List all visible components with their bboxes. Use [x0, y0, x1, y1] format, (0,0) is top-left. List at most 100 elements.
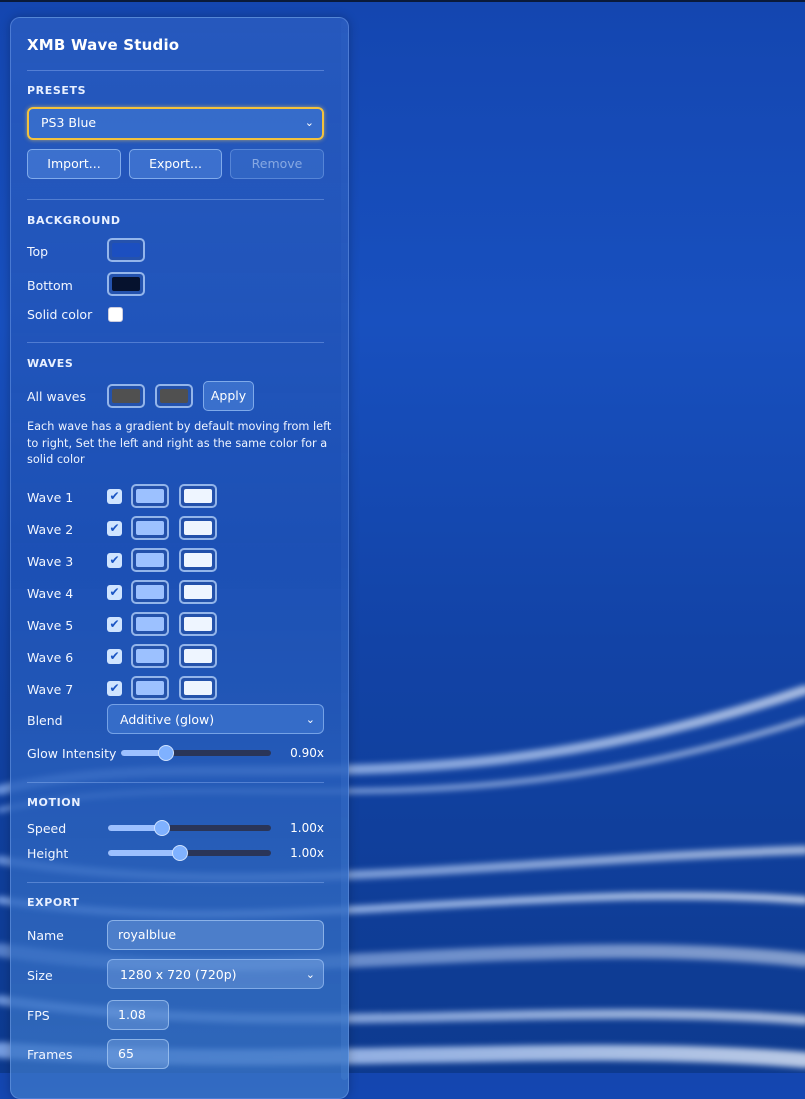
wave-right-color-picker[interactable]	[179, 484, 217, 508]
waves-help-text: Each wave has a gradient by default movi…	[27, 420, 332, 466]
wave-right-color-picker[interactable]	[179, 548, 217, 572]
bg-bottom-color-fill	[112, 277, 140, 291]
wave-right-color-fill	[184, 553, 212, 567]
wave-left-color-picker[interactable]	[131, 484, 169, 508]
app-title: XMB Wave Studio	[27, 36, 180, 54]
wave-left-color-picker[interactable]	[131, 676, 169, 700]
blend-select[interactable]: Additive (glow) ⌄	[107, 704, 324, 734]
glow-intensity-value: 0.90x	[290, 746, 324, 760]
wave-label: Wave 3	[27, 554, 74, 569]
height-label: Height	[27, 846, 69, 861]
wave-label: Wave 7	[27, 682, 74, 697]
solid-color-label: Solid color	[27, 307, 93, 322]
wave-left-color-fill	[136, 617, 164, 631]
export-button[interactable]: Export...	[129, 149, 222, 179]
all-waves-label: All waves	[27, 389, 86, 404]
speed-label: Speed	[27, 821, 67, 836]
wave-left-color-picker[interactable]	[131, 580, 169, 604]
height-fill	[108, 850, 180, 856]
preset-select-value: PS3 Blue	[41, 115, 97, 130]
wave-left-color-fill	[136, 489, 164, 503]
preset-select[interactable]: PS3 Blue ⌄	[27, 107, 324, 140]
apply-button[interactable]: Apply	[203, 381, 254, 411]
section-presets: PRESETS	[27, 84, 87, 97]
wave-left-color-fill	[136, 649, 164, 663]
height-slider[interactable]	[108, 845, 271, 861]
solid-color-checkbox[interactable]	[108, 307, 123, 322]
wave-enabled-checkbox[interactable]: ✔	[107, 617, 122, 632]
divider	[27, 70, 324, 71]
glow-intensity-label: Glow Intensity	[27, 746, 117, 761]
all-waves-left-fill	[112, 389, 140, 403]
all-waves-right-fill	[160, 389, 188, 403]
wave-label: Wave 6	[27, 650, 74, 665]
wave-left-color-picker[interactable]	[131, 644, 169, 668]
wave-left-color-fill	[136, 521, 164, 535]
chevron-down-icon: ⌄	[304, 116, 314, 129]
wave-right-color-picker[interactable]	[179, 644, 217, 668]
wave-right-color-fill	[184, 521, 212, 535]
height-handle[interactable]	[171, 845, 188, 861]
wave-right-color-picker[interactable]	[179, 580, 217, 604]
section-motion: MOTION	[27, 796, 82, 809]
wave-enabled-checkbox[interactable]: ✔	[107, 489, 122, 504]
export-size-value: 1280 x 720 (720p)	[120, 967, 237, 982]
import-button[interactable]: Import...	[27, 149, 121, 179]
wave-label: Wave 1	[27, 490, 74, 505]
bg-bottom-color-picker[interactable]	[107, 272, 145, 296]
export-name-input[interactable]: royalblue	[107, 920, 324, 950]
speed-slider[interactable]	[108, 820, 271, 836]
wave-label: Wave 5	[27, 618, 74, 633]
bg-top-color-picker[interactable]	[107, 238, 145, 262]
export-size-select[interactable]: 1280 x 720 (720p) ⌄	[107, 959, 324, 989]
section-export: EXPORT	[27, 896, 80, 909]
wave-enabled-checkbox[interactable]: ✔	[107, 553, 122, 568]
wave-enabled-checkbox[interactable]: ✔	[107, 649, 122, 664]
wave-right-color-fill	[184, 681, 212, 695]
bg-bottom-label: Bottom	[27, 278, 73, 293]
wave-left-color-fill	[136, 585, 164, 599]
wave-right-color-fill	[184, 617, 212, 631]
chevron-down-icon: ⌄	[305, 968, 315, 981]
wave-right-color-picker[interactable]	[179, 676, 217, 700]
wave-label: Wave 2	[27, 522, 74, 537]
remove-button[interactable]: Remove	[230, 149, 324, 179]
all-waves-right-color[interactable]	[155, 384, 193, 408]
export-size-label: Size	[27, 968, 53, 983]
wave-left-color-picker[interactable]	[131, 548, 169, 572]
wave-right-color-picker[interactable]	[179, 612, 217, 636]
all-waves-left-color[interactable]	[107, 384, 145, 408]
wave-left-color-picker[interactable]	[131, 612, 169, 636]
frames-input[interactable]: 65	[107, 1039, 169, 1069]
height-value: 1.00x	[290, 846, 324, 860]
frames-label: Frames	[27, 1047, 73, 1062]
wave-enabled-checkbox[interactable]: ✔	[107, 585, 122, 600]
settings-panel: XMB Wave Studio PRESETS PS3 Blue ⌄ Impor…	[10, 17, 349, 1099]
export-name-label: Name	[27, 928, 64, 943]
glow-intensity-handle[interactable]	[158, 745, 174, 761]
wave-enabled-checkbox[interactable]: ✔	[107, 681, 122, 696]
blend-label: Blend	[27, 713, 63, 728]
fps-input[interactable]: 1.08	[107, 1000, 169, 1030]
divider	[27, 782, 324, 783]
wave-enabled-checkbox[interactable]: ✔	[107, 521, 122, 536]
wave-left-color-fill	[136, 681, 164, 695]
wave-right-color-picker[interactable]	[179, 516, 217, 540]
wave-right-color-fill	[184, 649, 212, 663]
blend-select-value: Additive (glow)	[120, 712, 215, 727]
speed-value: 1.00x	[290, 821, 324, 835]
wave-label: Wave 4	[27, 586, 74, 601]
bg-top-label: Top	[27, 244, 49, 259]
section-waves: WAVES	[27, 357, 74, 370]
divider	[27, 882, 324, 883]
speed-handle[interactable]	[153, 820, 170, 836]
glow-intensity-slider[interactable]	[121, 745, 271, 761]
bg-top-color-fill	[112, 243, 140, 257]
wave-left-color-fill	[136, 553, 164, 567]
wave-left-color-picker[interactable]	[131, 516, 169, 540]
divider	[27, 342, 324, 343]
divider	[27, 199, 324, 200]
section-background: BACKGROUND	[27, 214, 121, 227]
wave-right-color-fill	[184, 585, 212, 599]
wave-right-color-fill	[184, 489, 212, 503]
